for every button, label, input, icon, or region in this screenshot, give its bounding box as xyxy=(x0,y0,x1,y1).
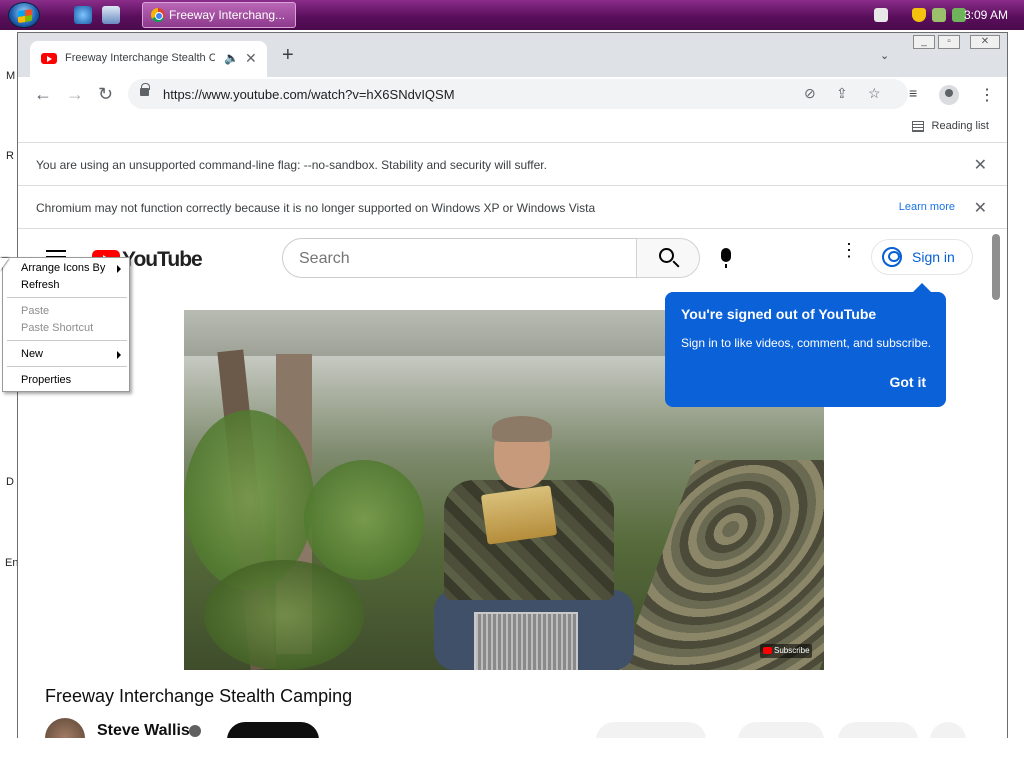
video-tent xyxy=(612,460,824,670)
url-text[interactable]: https://www.youtube.com/watch?v=hX6SNdvI… xyxy=(163,87,455,102)
start-button[interactable] xyxy=(8,2,40,28)
sign-in-button[interactable]: Sign in xyxy=(871,239,973,275)
signed-out-tooltip: You're signed out of YouTube Sign in to … xyxy=(665,283,946,407)
close-window-button[interactable]: ✕ xyxy=(970,35,1000,49)
submenu-arrow-icon xyxy=(117,351,121,359)
taskbar: Freeway Interchang... 3:09 AM xyxy=(0,0,1024,30)
address-bar[interactable]: https://www.youtube.com/watch?v=hX6SNdvI… xyxy=(128,79,908,109)
eye-slash-icon[interactable]: ⊘ xyxy=(804,85,816,102)
infobar-message: Chromium may not function correctly beca… xyxy=(36,201,596,215)
share-button[interactable] xyxy=(738,722,824,738)
video-foliage xyxy=(304,460,424,580)
search-icon xyxy=(659,248,674,263)
desktop[interactable]: M R D En xyxy=(0,30,18,768)
video-card xyxy=(480,485,558,545)
bookmarks-bar: Reading list xyxy=(18,113,1007,143)
reading-list-button[interactable]: Reading list xyxy=(911,120,989,132)
menu-item-properties[interactable]: Properties xyxy=(21,374,71,386)
menu-separator xyxy=(7,340,127,341)
learn-more-link[interactable]: Learn more xyxy=(899,201,955,213)
video-grill-tray xyxy=(474,612,578,670)
audio-playing-icon[interactable]: 🔈 xyxy=(224,51,239,65)
subscribe-watermark[interactable]: Subscribe xyxy=(760,644,812,658)
account-icon xyxy=(882,247,902,267)
submenu-arrow-icon xyxy=(117,265,121,273)
video-person-hair xyxy=(492,416,552,442)
tab-search-chevron-icon[interactable]: ⌄ xyxy=(880,49,889,62)
desktop-icon-label: D xyxy=(6,476,14,488)
microphone-icon[interactable] xyxy=(721,248,731,268)
got-it-button[interactable]: Got it xyxy=(889,374,926,390)
menu-separator xyxy=(7,366,127,367)
channel-avatar[interactable] xyxy=(45,718,85,738)
bookmark-star-icon[interactable]: ☆ xyxy=(868,85,881,102)
search-input[interactable]: Search xyxy=(282,238,637,278)
verified-badge-icon xyxy=(189,725,201,737)
video-foliage xyxy=(204,560,364,670)
menu-kebab-icon[interactable]: ⋮ xyxy=(979,85,995,105)
page-scrollbar[interactable] xyxy=(992,234,1000,300)
infobar-close-icon[interactable]: ✕ xyxy=(974,155,987,175)
forward-arrow-icon[interactable]: → xyxy=(66,85,84,103)
youtube-favicon-icon xyxy=(41,53,57,64)
desktop-context-menu: Arrange Icons By Refresh Paste Paste Sho… xyxy=(2,257,130,392)
tab-close-icon[interactable]: ✕ xyxy=(245,50,257,67)
sign-in-label: Sign in xyxy=(912,249,955,265)
tab-strip: Freeway Interchange Stealth Ca 🔈 ✕ + ⌄ _… xyxy=(18,33,1007,77)
menu-item-paste[interactable]: Paste xyxy=(21,305,49,317)
windows-logo-icon xyxy=(18,9,32,23)
new-tab-button[interactable]: + xyxy=(282,45,294,65)
minimize-button[interactable]: _ xyxy=(913,35,935,49)
browser-window: Freeway Interchange Stealth Ca 🔈 ✕ + ⌄ _… xyxy=(17,32,1008,738)
settings-kebab-icon[interactable]: ⋮ xyxy=(840,241,858,259)
reload-icon[interactable]: ↻ xyxy=(98,85,113,103)
desktop-icon-label: R xyxy=(6,150,14,162)
reading-list-icon xyxy=(911,120,924,132)
share-icon[interactable]: ⇪ xyxy=(836,85,848,102)
taskbar-chromium-window[interactable]: Freeway Interchang... xyxy=(142,2,296,28)
tab-title: Freeway Interchange Stealth Ca xyxy=(65,52,215,64)
keyboard-icon[interactable] xyxy=(874,8,888,22)
youtube-page: YouTube Search ⋮ Sign in Subscribe Freew… xyxy=(18,230,1007,738)
internet-explorer-icon[interactable] xyxy=(74,6,92,24)
show-desktop-icon[interactable] xyxy=(102,6,120,24)
more-actions-button[interactable] xyxy=(930,722,966,738)
tab-youtube[interactable]: Freeway Interchange Stealth Ca 🔈 ✕ xyxy=(30,41,267,77)
lock-icon[interactable] xyxy=(140,83,150,96)
youtube-wordmark: YouTube xyxy=(122,248,203,271)
infobar-message: You are using an unsupported command-lin… xyxy=(36,158,547,172)
like-button[interactable] xyxy=(596,722,706,738)
channel-name[interactable]: Steve Wallis xyxy=(97,722,190,738)
video-title: Freeway Interchange Stealth Camping xyxy=(45,686,353,706)
taskbar-window-title: Freeway Interchang... xyxy=(169,8,286,22)
search-placeholder: Search xyxy=(299,250,350,267)
toolbar: ← → ↻ https://www.youtube.com/watch?v=hX… xyxy=(18,77,1007,113)
reading-list-label: Reading list xyxy=(931,120,989,132)
restore-button[interactable]: ▫ xyxy=(938,35,960,49)
network-icon[interactable] xyxy=(932,8,946,22)
menu-item-paste-shortcut[interactable]: Paste Shortcut xyxy=(21,322,93,334)
tooltip-body: Sign in to like videos, comment, and sub… xyxy=(681,336,932,350)
media-control-icon[interactable]: ≡ xyxy=(909,85,917,101)
desktop-icon-label: M xyxy=(6,70,16,82)
shield-icon[interactable] xyxy=(912,8,926,22)
back-arrow-icon[interactable]: ← xyxy=(34,85,52,103)
chromium-icon xyxy=(151,8,165,22)
profile-icon[interactable] xyxy=(939,85,959,105)
save-button[interactable] xyxy=(838,722,918,738)
infobar-no-sandbox: You are using an unsupported command-lin… xyxy=(18,144,1007,186)
subscribe-button[interactable] xyxy=(227,722,319,738)
infobar-close-icon[interactable]: ✕ xyxy=(974,198,987,218)
clock[interactable]: 3:09 AM xyxy=(964,8,1008,22)
tooltip-title: You're signed out of YouTube xyxy=(681,306,877,322)
infobar-unsupported-os: Chromium may not function correctly beca… xyxy=(18,187,1007,229)
menu-item-arrange-icons[interactable]: Arrange Icons By xyxy=(21,262,105,274)
menu-item-new[interactable]: New xyxy=(21,348,43,360)
menu-item-refresh[interactable]: Refresh xyxy=(21,279,60,291)
mouse-cursor xyxy=(0,258,9,271)
menu-separator xyxy=(7,297,127,298)
search-button[interactable] xyxy=(636,238,700,278)
